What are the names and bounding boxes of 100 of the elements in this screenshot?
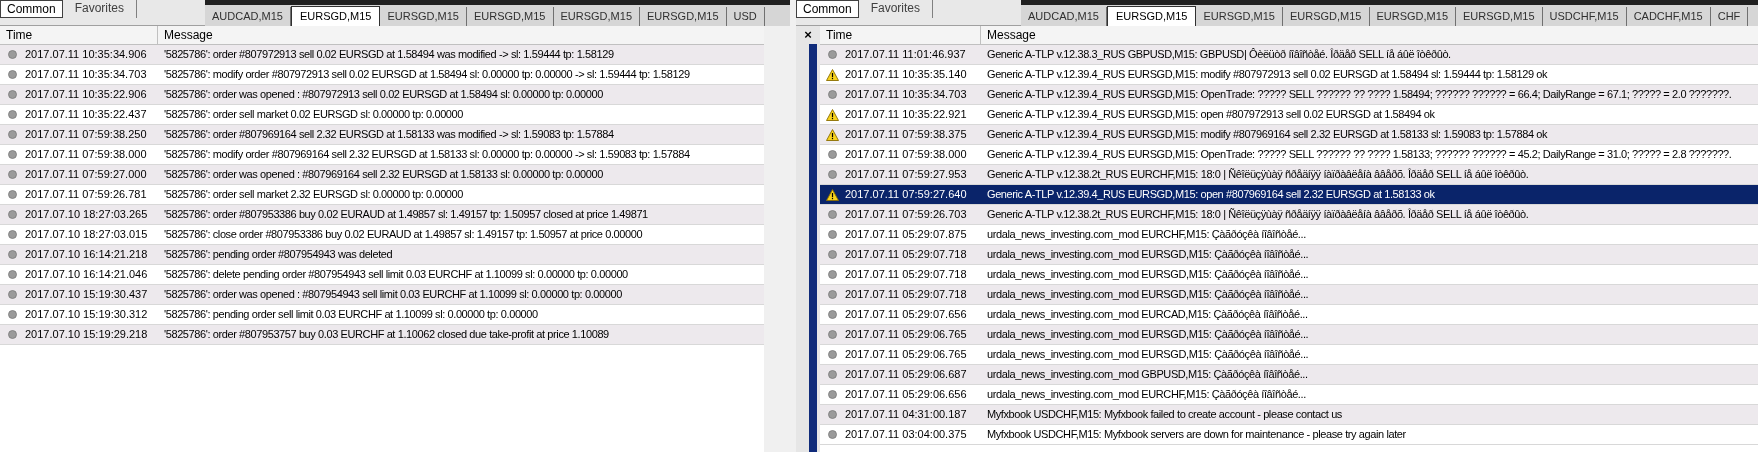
info-dot-icon — [828, 370, 837, 379]
warning-icon — [826, 68, 839, 81]
time-cell-text: 2017.07.11 05:29:07.718 — [845, 287, 967, 303]
chart-tab[interactable]: EURSGD,M15 — [1106, 6, 1197, 26]
log-row[interactable]: 2017.07.11 07:59:27.953 Generic A-TLP v.12.38.2t_RUS EURCHF,M15: 18:0 | Ñêîëüçÿùàÿ ñðåäíÿÿ íàïðàâëåíà ââåðõ. Îðäåð SELL íå áûë îòêðûò. — [820, 165, 1758, 185]
time-cell-text: 2017.07.11 05:29:06.656 — [845, 387, 967, 403]
time-cell-text: 2017.07.11 10:35:34.906 — [25, 47, 147, 63]
log-row[interactable]: 2017.07.11 07:59:27.640 Generic A-TLP v.12.39.4_RUS EURSGD,M15: open #807969164 sell 2.32 EURSGD at 1.58133 ok — [820, 185, 1758, 205]
log-row[interactable]: 2017.07.11 11:01:46.937 Generic A-TLP v.12.38.3_RUS GBPUSD,M15: GBPUSD| Ôèëüòð íîâîñòåé. Îðäåð SELL íå áûë îòêðûò. — [820, 45, 1758, 65]
time-cell-text: 2017.07.11 10:35:22.921 — [845, 107, 967, 123]
time-cell-text: 2017.07.11 10:35:34.703 — [845, 87, 967, 103]
message-cell-text: '5825786': modify order #807969164 sell 2.32 EURSGD at 1.58133 sl: 0.00000 tp: 0.00000 -> sl: 1.59083 tp: 1.57884 — [163, 147, 690, 163]
info-dot-icon — [828, 390, 837, 399]
message-cell-text: urdala_news_investing.com_mod EURSGD,M15: Çàãðóçêà íîâîñòåé... — [986, 247, 1309, 263]
message-cell-text: Generic A-TLP v.12.38.2t_RUS EURCHF,M15: 18:0 | Ñêîëüçÿùàÿ ñðåäíÿÿ íàïðàâëåíà ââåðõ. Îðäåð SELL íå áûë îòêðûò. — [986, 207, 1529, 223]
message-cell-text: urdala_news_investing.com_mod EURCHF,M15: Çàãðóçêà íîâîñòåé... — [986, 227, 1306, 243]
info-dot-icon — [8, 230, 17, 239]
message-cell-text: Generic A-TLP v.12.39.4_RUS EURSGD,M15: open #807972913 sell 0.02 EURSGD at 1.58494 ok — [986, 107, 1435, 123]
time-cell-text: 2017.07.11 05:29:06.765 — [845, 327, 967, 343]
log-row[interactable]: 2017.07.11 10:35:34.906 '5825786': order #807972913 sell 0.02 EURSGD at 1.58494 was modified -> sl: 1.59444 tp: 1.58129 — [0, 45, 764, 65]
message-cell-text: Generic A-TLP v.12.39.4_RUS EURSGD,M15: modify #807972913 sell 0.02 EURSGD at 1.58494 sl: 1.59444 tp: 1.58129 ok — [986, 67, 1548, 83]
message-cell-text: '5825786': order was opened : #807954943 sell limit 0.03 EURCHF at 1.10099 sl: 0.00000 tp: 0.00000 — [163, 287, 622, 303]
message-cell-text: '5825786': order was opened : #807972913 sell 0.02 EURSGD at 1.58494 sl: 0.00000 tp: 0.00000 — [163, 87, 603, 103]
message-cell-text: '5825786': modify order #807972913 sell 0.02 EURSGD at 1.58494 sl: 0.00000 tp: 0.00000 -> sl: 1.59444 tp: 1.58129 — [163, 67, 690, 83]
time-cell-text: 2017.07.11 07:59:38.000 — [25, 147, 147, 163]
message-cell-text: Generic A-TLP v.12.39.4_RUS EURSGD,M15: modify #807969164 sell 2.32 EURSGD at 1.58133 sl: 1.59083 tp: 1.57884 ok — [986, 127, 1548, 143]
time-cell-text: 2017.07.11 07:59:26.781 — [25, 187, 147, 203]
message-cell-text: urdala_news_investing.com_mod EURSGD,M15: Çàãðóçêà íîâîñòåé... — [986, 347, 1309, 363]
close-button[interactable]: × — [804, 28, 812, 42]
column-header[interactable]: Time — [820, 26, 981, 44]
column-header[interactable]: Message — [981, 26, 1758, 44]
log-row[interactable]: 2017.07.11 07:59:38.375 Generic A-TLP v.12.39.4_RUS EURSGD,M15: modify #807969164 sell 2.32 EURSGD at 1.58133 sl: 1.59083 tp: 1.57884 ok — [820, 125, 1758, 145]
message-cell-text: Generic A-TLP v.12.39.4_RUS EURSGD,M15: OpenTrade: ????? SELL ?????? ?? ???? 1.58133; ?????? ?????? = 45.2; DailyRange = 31.0; ????? = 2.8 ???????. — [986, 147, 1732, 163]
message-cell-text: Myfxbook USDCHF,M15: Myfxbook failed to create account - please contact us — [986, 407, 1342, 423]
time-cell-text: 2017.07.11 07:59:38.375 — [845, 127, 967, 143]
info-dot-icon — [8, 250, 17, 259]
message-cell-text: urdala_news_investing.com_mod EURSGD,M15: Çàãðóçêà íîâîñòåé... — [986, 327, 1309, 343]
time-cell-text: 2017.07.10 18:27:03.265 — [25, 207, 148, 223]
message-cell-text: urdala_news_investing.com_mod GBPUSD,M15: Çàãðóçêà íîâîñòåé... — [986, 367, 1308, 383]
message-cell-text: urdala_news_investing.com_mod EURSGD,M15: Çàãðóçêà íîâîñòåé... — [986, 267, 1309, 283]
time-cell-text: 2017.07.11 10:35:22.906 — [25, 87, 147, 103]
info-dot-icon — [8, 50, 17, 59]
message-cell-text: Generic A-TLP v.12.38.3_RUS GBPUSD,M15: GBPUSD| Ôèëüòð íîâîñòåé. Îðäåð SELL íå áûë îòêðûò. — [986, 47, 1451, 63]
log-row[interactable]: 2017.07.11 05:29:06.687 urdala_news_investing.com_mod GBPUSD,M15: Çàãðóçêà íîâîñòåé... — [820, 365, 1758, 385]
log-row[interactable]: 2017.07.11 07:59:38.250 '5825786': order #807969164 sell 2.32 EURSGD at 1.58133 was modified -> sl: 1.59083 tp: 1.57884 — [0, 125, 764, 145]
info-dot-icon — [8, 110, 17, 119]
info-dot-icon — [828, 290, 837, 299]
log-row[interactable]: 2017.07.11 05:29:07.718 urdala_news_investing.com_mod EURSGD,M15: Çàãðóçêà íîâîñòåé... — [820, 285, 1758, 305]
message-cell-text: '5825786': order #807969164 sell 2.32 EURSGD at 1.58133 was modified -> sl: 1.59083 tp: 1.57884 — [163, 127, 614, 143]
time-cell-text: 2017.07.11 05:29:07.875 — [845, 227, 967, 243]
info-dot-icon — [828, 430, 837, 439]
time-cell-text: 2017.07.10 15:19:29.218 — [25, 327, 148, 343]
message-cell-text: Generic A-TLP v.12.39.4_RUS EURSGD,M15: open #807969164 sell 2.32 EURSGD at 1.58133 ok — [986, 187, 1435, 203]
message-cell-text: '5825786': pending order #807954943 was deleted — [163, 247, 393, 263]
info-dot-icon — [828, 50, 837, 59]
info-dot-icon — [828, 350, 837, 359]
terminal-tab[interactable]: Favorites — [62, 0, 138, 18]
time-cell-text: 2017.07.11 05:29:06.687 — [845, 367, 967, 383]
warning-icon — [826, 128, 839, 141]
log-row[interactable]: 2017.07.11 10:35:22.906 '5825786': order was opened : #807972913 sell 0.02 EURSGD at 1.58494 sl: 0.00000 tp: 0.00000 — [0, 85, 764, 105]
time-cell-text: 2017.07.11 05:29:07.718 — [845, 247, 967, 263]
time-cell-text: 2017.07.11 07:59:38.000 — [845, 147, 967, 163]
info-dot-icon — [8, 90, 17, 99]
time-cell-text: 2017.07.11 07:59:38.250 — [25, 127, 147, 143]
log-row[interactable]: 2017.07.11 04:31:00.187 Myfxbook USDCHF,M15: Myfxbook failed to create account - please contact us — [820, 405, 1758, 425]
time-cell-text: 2017.07.10 15:19:30.437 — [25, 287, 148, 303]
warning-icon — [826, 108, 839, 121]
log-row[interactable]: 2017.07.10 18:27:03.265 '5825786': order #807953386 buy 0.02 EURAUD at 1.49857 sl: 1.49157 tp: 1.50957 closed at price 1.49871 — [0, 205, 764, 225]
info-dot-icon — [828, 90, 837, 99]
log-row[interactable]: 2017.07.11 07:59:26.703 Generic A-TLP v.12.38.2t_RUS EURCHF,M15: 18:0 | Ñêîëüçÿùàÿ ñðåäíÿÿ íàïðàâëåíà ââåðõ. Îðäåð SELL íå áûë îòêðûò. — [820, 205, 1758, 225]
message-cell-text: Myfxbook USDCHF,M15: Myfxbook servers are down for maintenance - please try again later — [986, 427, 1406, 443]
log-row[interactable]: 2017.07.11 05:29:06.765 urdala_news_investing.com_mod EURSGD,M15: Çàãðóçêà íîâîñòåé... — [820, 325, 1758, 345]
time-cell-text: 2017.07.11 07:59:27.640 — [845, 187, 967, 203]
message-cell-text: '5825786': order #807953386 buy 0.02 EURAUD at 1.49857 sl: 1.49157 tp: 1.50957 closed at price 1.49871 — [163, 207, 648, 223]
info-dot-icon — [828, 170, 837, 179]
message-cell-text: '5825786': order #807953757 buy 0.03 EURCHF at 1.10062 closed due take-profit at price 1.10089 — [163, 327, 609, 343]
log-row[interactable]: 2017.07.11 10:35:34.703 Generic A-TLP v.12.39.4_RUS EURSGD,M15: OpenTrade: ????? SELL ?????? ?? ???? 1.58494; ?????? ?????? = 66.4; DailyRange = 67.1; ????? = 2.0 ???????. — [820, 85, 1758, 105]
info-dot-icon — [828, 330, 837, 339]
log-row[interactable]: 2017.07.10 15:19:30.437 '5825786': order was opened : #807954943 sell limit 0.03 EURCHF at 1.10099 sl: 0.00000 tp: 0.00000 — [0, 285, 764, 305]
info-dot-icon — [8, 150, 17, 159]
terminal-tab[interactable]: Common — [0, 0, 63, 18]
message-cell-text: urdala_news_investing.com_mod EURCHF,M15: Çàãðóçêà íîâîñòåé... — [986, 387, 1306, 403]
column-header[interactable]: Message — [158, 26, 764, 44]
time-cell-text: 2017.07.11 07:59:27.953 — [845, 167, 967, 183]
chart-tab[interactable]: EURSGD,M15 — [290, 6, 381, 26]
column-header[interactable]: Time — [0, 26, 158, 44]
info-dot-icon — [8, 330, 17, 339]
info-dot-icon — [8, 270, 17, 279]
log-row[interactable]: 2017.07.10 16:14:21.218 '5825786': pending order #807954943 was deleted — [0, 245, 764, 265]
time-cell-text: 2017.07.11 11:01:46.937 — [845, 47, 966, 63]
terminal-tab[interactable]: Common — [796, 0, 859, 18]
log-row[interactable]: 2017.07.11 05:29:07.718 urdala_news_investing.com_mod EURSGD,M15: Çàãðóçêà íîâîñòåé... — [820, 245, 1758, 265]
time-cell-text: 2017.07.11 05:29:06.765 — [845, 347, 967, 363]
info-dot-icon — [828, 250, 837, 259]
log-row[interactable]: 2017.07.10 15:19:29.218 '5825786': order #807953757 buy 0.03 EURCHF at 1.10062 closed due take-profit at price 1.10089 — [0, 325, 764, 345]
time-cell-text: 2017.07.11 10:35:22.437 — [25, 107, 147, 123]
log-row[interactable]: 2017.07.11 07:59:27.000 '5825786': order was opened : #807969164 sell 2.32 EURSGD at 1.58133 sl: 0.00000 tp: 0.00000 — [0, 165, 764, 185]
terminal-tab[interactable]: Favorites — [858, 0, 934, 18]
time-cell-text: 2017.07.10 16:14:21.046 — [25, 267, 148, 283]
info-dot-icon — [8, 130, 17, 139]
